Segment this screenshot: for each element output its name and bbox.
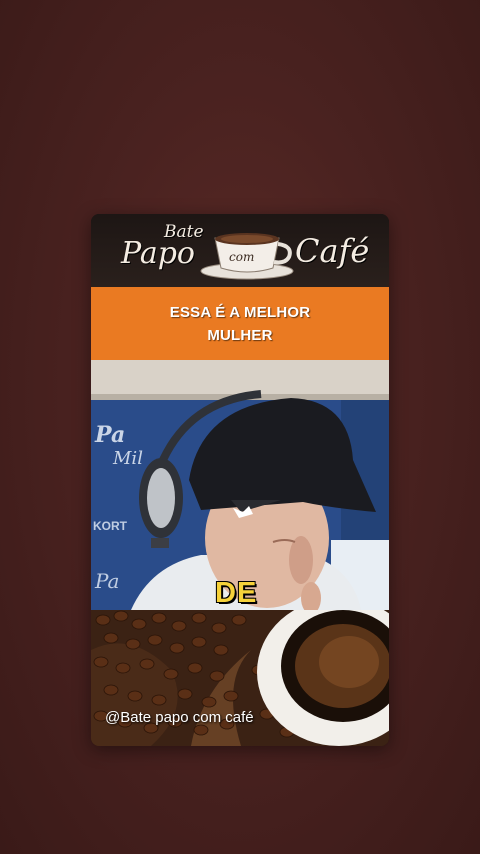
brand-logo-banner: Bate Papo com Café [91, 214, 389, 287]
video-scene-image: Pa Mil KORT Pa [91, 360, 389, 610]
headline-banner: ESSA É A MELHOR MULHER [91, 287, 389, 360]
svg-text:Mil: Mil [112, 448, 143, 469]
headline-line-2: MULHER [207, 326, 273, 344]
logo-word-papo: Papo [121, 236, 195, 271]
headline-line-1: ESSA É A MELHOR [169, 303, 311, 321]
video-frame[interactable]: Pa Mil KORT Pa DE [91, 360, 389, 610]
svg-text:KORT: KORT [93, 519, 128, 533]
svg-text:Pa: Pa [94, 569, 119, 593]
story-card[interactable]: Bate Papo com Café ESSA É A MELHOR MULHE… [91, 214, 389, 746]
logo-word-cafe: Café [295, 232, 370, 270]
svg-text:Pa: Pa [94, 422, 125, 448]
channel-watermark: @Bate papo com café [105, 709, 254, 726]
caption-subtitle: DE [215, 577, 258, 609]
logo-word-com: com [229, 250, 255, 264]
